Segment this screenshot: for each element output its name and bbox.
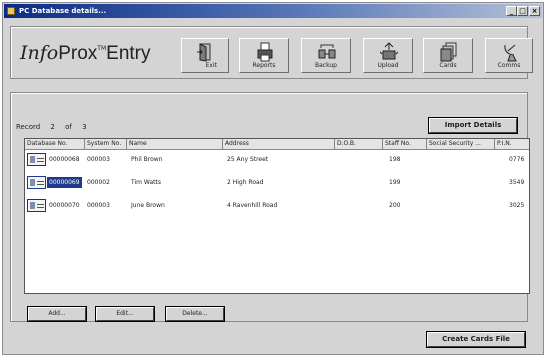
col-staff-no[interactable]: Staff No. — [383, 139, 427, 150]
cell-system-no: 000002 — [87, 179, 110, 186]
cards-label: Cards — [439, 62, 457, 69]
cell-name: Phil Brown — [131, 156, 163, 163]
cell-pin: 0776 — [509, 156, 525, 163]
logo-prox: Prox — [58, 43, 98, 64]
cards-button[interactable]: Cards — [423, 38, 473, 73]
cell-staff-no: 200 — [389, 202, 401, 209]
cell-address: 2 High Road — [227, 179, 264, 186]
col-address[interactable]: Address — [223, 139, 335, 150]
add-button[interactable]: Add... — [27, 306, 87, 322]
reports-button[interactable]: Reports — [239, 38, 289, 73]
record-current: 2 — [50, 123, 55, 131]
logo-tm: TM — [97, 45, 107, 52]
photo-thumbnail-icon — [27, 199, 46, 212]
cell-pin: 3549 — [509, 179, 525, 186]
comms-button[interactable]: Comms — [485, 38, 533, 73]
backup-label: Backup — [315, 62, 337, 69]
cell-database-no: 00000070 — [49, 202, 80, 209]
upload-label: Upload — [377, 62, 399, 69]
printer-icon — [257, 42, 273, 62]
upload-button[interactable]: Upload — [363, 38, 413, 73]
maximize-button[interactable]: □ — [517, 6, 528, 16]
record-counter: Record 2 of 3 — [16, 123, 95, 131]
logo-entry: Entry — [106, 43, 151, 64]
col-pin[interactable]: P.I.N. — [495, 139, 529, 150]
upload-icon — [380, 42, 398, 60]
cell-system-no: 000003 — [87, 156, 110, 163]
create-cards-file-button[interactable]: Create Cards File — [426, 331, 526, 348]
cell-address: 25 Any Street — [227, 156, 269, 163]
comms-label: Comms — [497, 62, 521, 69]
record-total: 3 — [82, 123, 87, 131]
edit-button[interactable]: Edit... — [95, 306, 155, 322]
col-system-no[interactable]: System No. — [85, 139, 127, 150]
cell-staff-no: 199 — [389, 179, 401, 186]
close-button[interactable]: × — [529, 6, 540, 16]
logo-info: Info — [20, 42, 59, 64]
window-title: PC Database details... — [19, 7, 107, 15]
col-name[interactable]: Name — [127, 139, 223, 150]
import-details-button[interactable]: Import Details — [428, 117, 518, 134]
record-label: Record — [16, 123, 41, 131]
cell-system-no: 000003 — [87, 202, 110, 209]
cards-icon — [440, 42, 457, 62]
minimize-button[interactable]: _ — [506, 6, 517, 16]
photo-thumbnail-icon — [27, 176, 46, 189]
photo-thumbnail-icon — [27, 153, 46, 166]
record-of: of — [65, 123, 72, 131]
cell-name: June Brown — [131, 202, 165, 209]
app-icon — [7, 7, 15, 15]
cell-address: 4 Ravenhill Road — [227, 202, 278, 209]
col-database-no[interactable]: Database No. — [25, 139, 85, 150]
cell-database-no: 00000069 — [47, 177, 82, 188]
table-row[interactable]: 00000068 000003 Phil Brown 25 Any Street… — [25, 152, 529, 168]
reports-label: Reports — [252, 62, 276, 69]
exit-label: Exit — [205, 62, 217, 69]
table-row[interactable]: 00000070 000003 June Brown 4 Ravenhill R… — [25, 198, 529, 214]
table-row-selected[interactable]: 00000069 000002 Tim Watts 2 High Road 19… — [25, 175, 529, 191]
cell-staff-no: 198 — [389, 156, 401, 163]
col-social-security[interactable]: Social Security ... — [427, 139, 495, 150]
cell-database-no: 00000068 — [49, 156, 80, 163]
backup-button[interactable]: Backup — [301, 38, 351, 73]
exit-button[interactable]: Exit — [181, 38, 229, 73]
records-table[interactable]: Database No. System No. Name Address D.O… — [24, 138, 530, 294]
cell-pin: 3025 — [509, 202, 525, 209]
infoprox-logo: InfoProxTMEntry — [20, 42, 151, 65]
backup-icon — [318, 44, 336, 59]
exit-door-icon — [197, 43, 211, 62]
satellite-dish-icon — [504, 44, 517, 62]
table-header: Database No. System No. Name Address D.O… — [25, 139, 529, 150]
delete-button[interactable]: Delete... — [165, 306, 225, 322]
toolbar: InfoProxTMEntry Exit Reports Backup Uplo… — [10, 26, 533, 79]
col-dob[interactable]: D.O.B. — [335, 139, 383, 150]
title-bar[interactable]: PC Database details... _ □ × — [4, 4, 542, 18]
cell-name: Tim Watts — [131, 179, 161, 186]
